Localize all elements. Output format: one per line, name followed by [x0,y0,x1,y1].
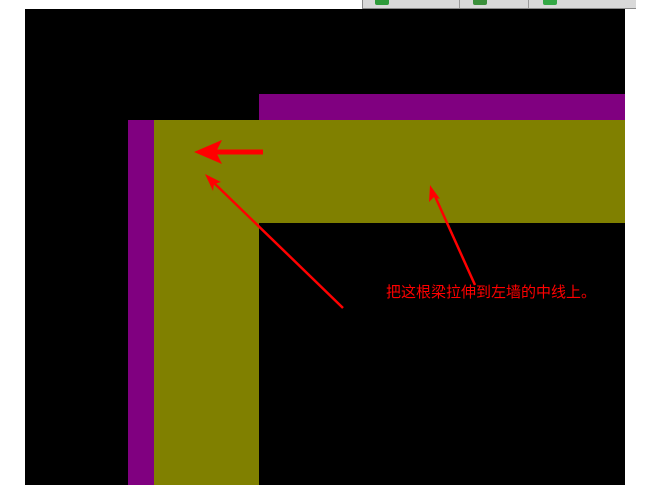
screenshot-stage: 把这根梁拉伸到左墙的中线上。 [0,0,668,503]
horizontal-beam[interactable] [154,120,625,223]
vertical-beam[interactable] [154,223,259,485]
left-wall[interactable] [128,120,154,485]
top-wall[interactable] [259,94,625,120]
green-grid-icon[interactable] [473,0,487,5]
green-select-icon[interactable] [375,0,389,5]
toolbar-separator [528,0,529,8]
toolbar-separator [459,0,460,8]
green-layer-icon[interactable] [543,0,557,5]
annotation-text: 把这根梁拉伸到左墙的中线上。 [386,283,597,301]
cad-viewport[interactable] [25,9,625,485]
toolbar-strip [362,0,636,9]
